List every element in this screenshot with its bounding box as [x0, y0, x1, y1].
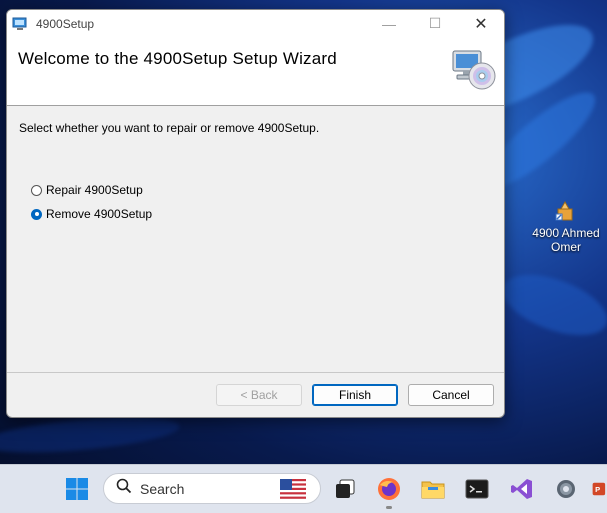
wizard-banner: Welcome to the 4900Setup Setup Wizard [7, 37, 504, 106]
taskbar-search-box[interactable]: Search [103, 473, 321, 504]
repair-option[interactable]: Repair 4900Setup [31, 183, 143, 197]
title-bar[interactable]: 4900Setup — ☐ ✕ [7, 10, 504, 37]
setup-package-icon [555, 200, 577, 222]
firefox-active-indicator [386, 506, 392, 509]
minimize-button[interactable]: — [366, 10, 412, 37]
search-placeholder: Search [140, 480, 185, 497]
maximize-button[interactable]: ☐ [412, 10, 458, 37]
wallpaper-streak [494, 262, 607, 348]
window-title: 4900Setup [36, 16, 95, 31]
file-explorer-icon[interactable] [418, 474, 448, 504]
desktop-icon-label-line2: Omer [551, 240, 581, 254]
desktop-icon-label-line1: 4900 Ahmed [532, 226, 600, 240]
repair-label: Repair 4900Setup [46, 183, 143, 197]
setup-wizard-dialog: 4900Setup — ☐ ✕ Welcome to the 4900Setup… [6, 9, 505, 418]
remove-radio[interactable] [31, 208, 42, 220]
task-view-icon[interactable] [330, 474, 360, 504]
svg-text:P: P [595, 485, 600, 494]
search-icon [116, 478, 132, 499]
firefox-icon[interactable] [374, 474, 404, 504]
cancel-button[interactable]: Cancel [408, 384, 494, 406]
instruction-text: Select whether you want to repair or rem… [19, 121, 320, 135]
computer-cd-icon [450, 46, 496, 92]
start-icon[interactable] [62, 474, 92, 504]
terminal-icon[interactable] [462, 474, 492, 504]
remove-option[interactable]: Remove 4900Setup [31, 207, 152, 221]
powerpoint-icon[interactable]: P [592, 474, 607, 504]
repair-radio[interactable] [31, 184, 42, 196]
footer-divider [7, 372, 504, 373]
back-button[interactable]: < Back [216, 384, 302, 406]
installer-app-icon [12, 16, 28, 32]
close-button[interactable]: ✕ [458, 10, 504, 37]
finish-button[interactable]: Finish [312, 384, 398, 406]
wizard-heading: Welcome to the 4900Setup Setup Wizard [18, 49, 337, 68]
remove-label: Remove 4900Setup [46, 207, 153, 221]
visual-studio-icon[interactable] [507, 474, 537, 504]
settings-icon[interactable] [551, 474, 581, 504]
desktop-icon-4900-ahmed-omer[interactable]: 4900 Ahmed Omer [528, 200, 604, 254]
wallpaper-streak [0, 411, 181, 459]
taskbar: Search P [0, 464, 607, 513]
us-flag-icon [280, 479, 306, 499]
